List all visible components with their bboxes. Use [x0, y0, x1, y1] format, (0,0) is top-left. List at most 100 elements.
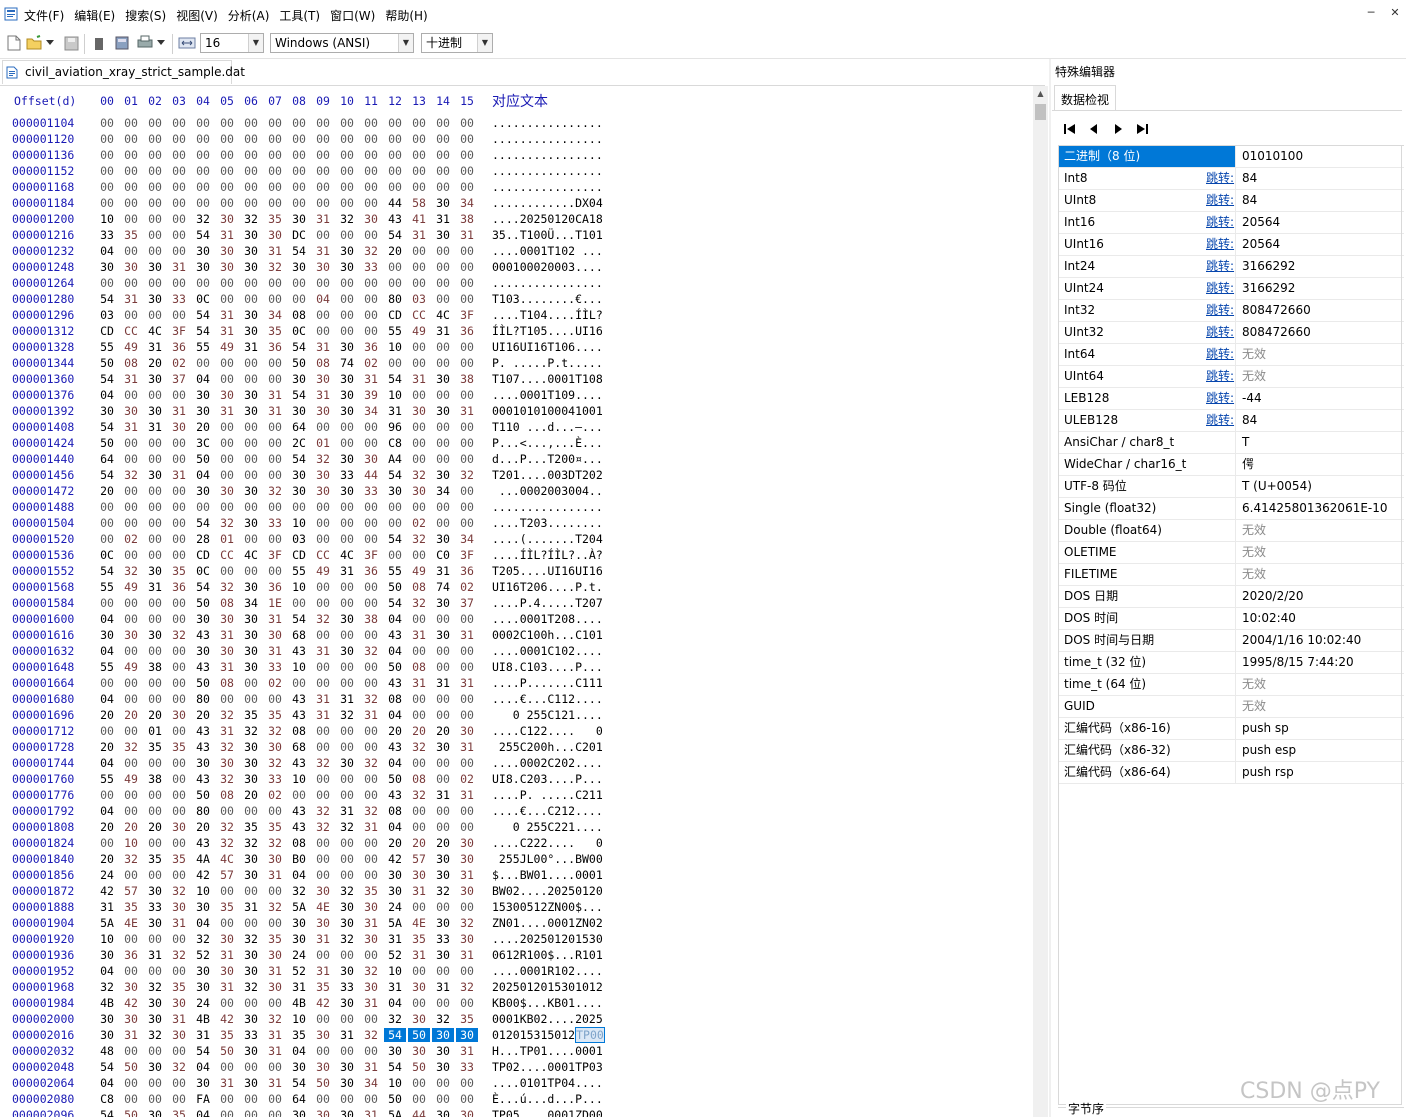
hex-byte[interactable]: 32 — [432, 884, 454, 898]
hex-byte[interactable]: 00 — [264, 1108, 286, 1117]
hex-byte[interactable]: 31 — [360, 372, 382, 386]
hex-byte[interactable]: 00 — [360, 852, 382, 866]
hex-row[interactable]: 000001136 00 00 00 00 00 00 00 00 00 00 00 00 00 00 00 0… — [0, 148, 640, 164]
hex-byte[interactable]: 10 — [384, 1076, 406, 1090]
hex-byte[interactable]: 00 — [432, 132, 454, 146]
hex-byte[interactable]: 49 — [120, 660, 142, 674]
hex-byte[interactable]: 30 — [264, 980, 286, 994]
hex-byte[interactable]: 30 — [96, 260, 118, 274]
hex-byte[interactable]: 00 — [168, 132, 190, 146]
hex-byte[interactable]: 49 — [216, 340, 238, 354]
prev-icon[interactable] — [1086, 121, 1102, 137]
hex-byte[interactable]: 00 — [264, 916, 286, 930]
hex-byte[interactable]: 00 — [288, 164, 310, 178]
hex-byte[interactable]: 31 — [312, 340, 334, 354]
hex-byte[interactable]: 32 — [360, 756, 382, 770]
hex-byte[interactable]: 00 — [336, 116, 358, 130]
hex-byte[interactable]: 00 — [264, 276, 286, 290]
hex-byte[interactable]: 30 — [240, 740, 262, 754]
hex-byte[interactable]: 31 — [216, 1076, 238, 1090]
hex-byte[interactable]: 31 — [360, 916, 382, 930]
hex-editor-pane[interactable]: Offset(d) 00 01 02 03 04 05 06 07 08 09 10 11 12 13 14… — [0, 86, 1032, 1117]
hex-byte[interactable]: 33 — [456, 1060, 478, 1074]
inspector-value[interactable]: 84 — [1242, 410, 1257, 431]
hex-byte[interactable]: 30 — [96, 628, 118, 642]
hex-byte[interactable]: 00 — [216, 164, 238, 178]
hex-byte[interactable]: 04 — [96, 804, 118, 818]
hex-byte[interactable]: 00 — [336, 676, 358, 690]
hex-byte[interactable]: 30 — [120, 980, 142, 994]
hex-byte[interactable]: 36 — [264, 340, 286, 354]
hex-byte[interactable]: 30 — [336, 404, 358, 418]
hex-byte[interactable]: 54 — [192, 1044, 214, 1058]
hex-byte[interactable]: 00 — [96, 516, 118, 530]
hex-byte[interactable]: 30 — [336, 1060, 358, 1074]
hex-byte[interactable]: 54 — [384, 468, 406, 482]
inspector-value[interactable]: 无效 — [1242, 520, 1266, 541]
hex-byte[interactable]: 36 — [168, 340, 190, 354]
hex-row[interactable]: 000002032 48 00 00 00 54 50 30 31 04 00 00 00 30 30 30 3… — [0, 1044, 640, 1060]
inspector-row[interactable]: DOS 时间 10:02:40 — [1058, 608, 1404, 630]
hex-byte[interactable]: 50 — [384, 1092, 406, 1106]
hex-byte[interactable]: 00 — [312, 1044, 334, 1058]
hex-byte[interactable]: 30 — [144, 884, 166, 898]
hex-byte[interactable]: 00 — [96, 148, 118, 162]
hex-byte[interactable]: 00 — [360, 580, 382, 594]
hex-byte[interactable]: 35 — [264, 212, 286, 226]
hex-byte[interactable]: 00 — [168, 500, 190, 514]
hex-byte[interactable]: 10 — [288, 660, 310, 674]
hex-byte[interactable]: 43 — [288, 644, 310, 658]
hex-byte[interactable]: 31 — [168, 468, 190, 482]
save-icon[interactable] — [62, 34, 80, 52]
hex-byte[interactable]: 01 — [144, 724, 166, 738]
hex-byte[interactable]: 4E — [120, 916, 142, 930]
hex-byte[interactable]: 42 — [120, 996, 142, 1010]
hex-row[interactable]: 000001104 00 00 00 00 00 00 00 00 00 00 00 00 00 00 00 0… — [0, 116, 640, 132]
hex-byte[interactable]: 31 — [336, 1028, 358, 1042]
hex-byte[interactable]: 00 — [456, 756, 478, 770]
jump-link[interactable]: 跳转: — [1206, 366, 1234, 387]
hex-byte[interactable]: 35 — [168, 852, 190, 866]
hex-byte[interactable]: 00 — [408, 692, 430, 706]
hex-byte[interactable]: 33 — [96, 228, 118, 242]
hex-byte[interactable]: CD — [288, 548, 310, 562]
hex-byte[interactable]: 00 — [288, 276, 310, 290]
hex-byte[interactable]: 00 — [264, 996, 286, 1010]
hex-byte[interactable]: 31 — [240, 900, 262, 914]
hex-byte[interactable]: 20 — [408, 724, 430, 738]
hex-byte[interactable]: 30 — [288, 1060, 310, 1074]
hex-byte[interactable]: 00 — [312, 676, 334, 690]
hex-byte[interactable]: 00 — [168, 452, 190, 466]
hex-byte[interactable]: 00 — [120, 676, 142, 690]
hex-byte[interactable]: 31 — [216, 660, 238, 674]
hex-byte[interactable]: 00 — [144, 596, 166, 610]
hex-byte[interactable]: 00 — [120, 932, 142, 946]
hex-byte[interactable]: 30 — [168, 708, 190, 722]
hex-byte[interactable]: 00 — [456, 1076, 478, 1090]
hex-byte[interactable]: 30 — [216, 212, 238, 226]
hex-row[interactable]: 000001184 00 00 00 00 00 00 00 00 00 00 00 00 44 58 30 3… — [0, 196, 640, 212]
hex-byte[interactable]: 00 — [192, 180, 214, 194]
hex-byte[interactable]: 00 — [312, 228, 334, 242]
hex-byte[interactable]: 00 — [288, 148, 310, 162]
hex-byte[interactable]: 00 — [192, 500, 214, 514]
hex-byte[interactable]: 02 — [408, 516, 430, 530]
hex-byte[interactable]: 00 — [408, 820, 430, 834]
inspector-row[interactable]: 汇编代码（x86-16) push sp — [1058, 718, 1404, 740]
hex-byte[interactable]: 43 — [288, 756, 310, 770]
hex-byte[interactable]: 30 — [240, 660, 262, 674]
hex-byte[interactable]: 00 — [216, 468, 238, 482]
hex-byte[interactable]: CC — [216, 548, 238, 562]
hex-byte[interactable]: 24 — [96, 868, 118, 882]
hex-byte[interactable]: 30 — [408, 980, 430, 994]
hex-byte[interactable]: 31 — [312, 644, 334, 658]
hex-byte[interactable]: 31 — [312, 964, 334, 978]
hex-byte[interactable]: 3F — [456, 548, 478, 562]
hex-byte[interactable]: 32 — [216, 708, 238, 722]
hex-byte[interactable]: 48 — [96, 1044, 118, 1058]
hex-byte[interactable]: 00 — [96, 500, 118, 514]
row-text[interactable]: KB00$...KB01.... — [492, 996, 603, 1010]
hex-byte[interactable]: 31 — [216, 980, 238, 994]
hex-byte[interactable]: 35 — [456, 1012, 478, 1026]
hex-byte[interactable]: 04 — [96, 388, 118, 402]
